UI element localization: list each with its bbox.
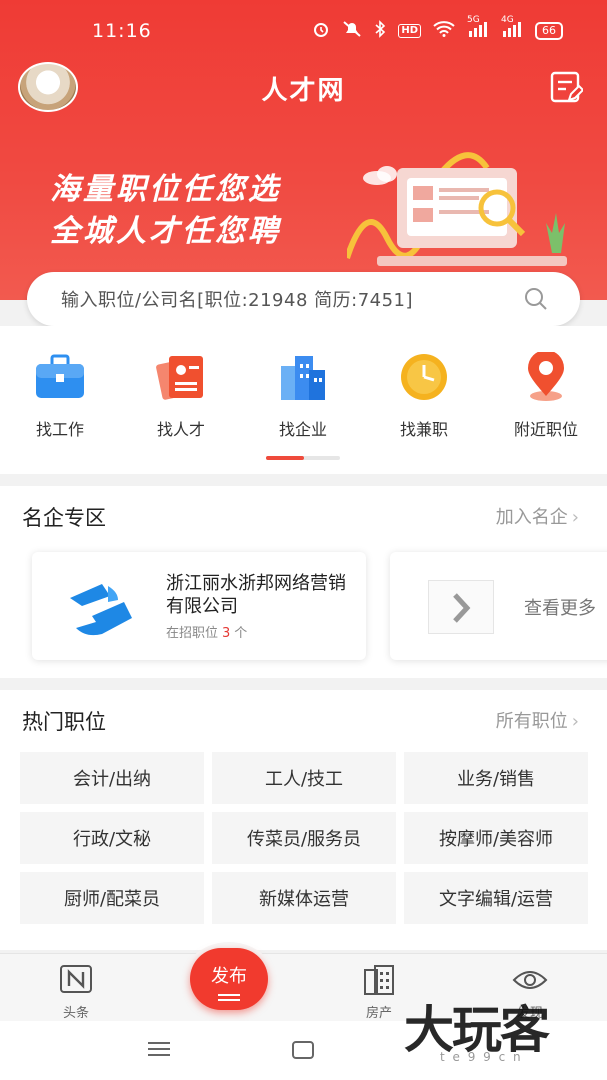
edit-icon[interactable] — [549, 70, 585, 104]
hot-jobs-grid: 会计/出纳 工人/技工 业务/销售 行政/文秘 传菜员/服务员 按摩师/美容师 … — [20, 752, 588, 924]
status-bar: 11:16 HD 5G 4G 66 — [0, 0, 607, 62]
recent-apps-icon[interactable] — [148, 1041, 170, 1057]
banner-headline-2: 全城人才任您聘 — [50, 214, 281, 249]
signal-4g-icon: 4G — [501, 15, 523, 40]
hot-job-item[interactable]: 厨师/配菜员 — [20, 872, 204, 924]
hot-job-item[interactable]: 新媒体运营 — [212, 872, 396, 924]
hot-job-item[interactable]: 按摩师/美容师 — [404, 812, 588, 864]
hot-job-item[interactable]: 文字编辑/运营 — [404, 872, 588, 924]
watermark-url: t e 9 9 c n — [440, 1050, 523, 1064]
resume-icon — [156, 356, 203, 400]
quick-nav: 找工作 找人才 找企业 找兼职 附近职位 — [0, 326, 607, 474]
publish-label: 发布 — [211, 966, 247, 987]
section-title: 名企专区 — [22, 506, 106, 530]
building-icon — [281, 356, 325, 400]
company-card[interactable]: 浙江丽水浙邦网络营销有限公司 在招职位 3 个 — [32, 552, 366, 660]
wifi-icon — [433, 21, 455, 40]
location-pin-icon — [528, 350, 564, 401]
nav-bar: 人才网 — [0, 62, 607, 118]
quick-nav-find-job[interactable]: 找工作 — [10, 352, 110, 440]
quick-nav-find-parttime[interactable]: 找兼职 — [374, 352, 474, 440]
battery-indicator: 66 — [535, 21, 563, 40]
alarm-icon — [312, 20, 330, 41]
hot-jobs-section: 热门职位 所有职位 › 会计/出纳 工人/技工 业务/销售 行政/文秘 传菜员/服… — [0, 690, 607, 950]
tab-headlines[interactable]: 头条 — [36, 964, 116, 1021]
view-more-label: 查看更多 — [524, 598, 596, 619]
hot-job-item[interactable]: 业务/销售 — [404, 752, 588, 804]
hot-job-item[interactable]: 传菜员/服务员 — [212, 812, 396, 864]
page-indicator — [266, 456, 340, 460]
quick-nav-nearby-jobs[interactable]: 附近职位 — [496, 350, 596, 440]
search-input[interactable]: 输入职位/公司名[职位:21948 简历:7451] — [61, 286, 413, 312]
quick-nav-label: 附近职位 — [513, 420, 578, 439]
clock-icon — [401, 354, 447, 400]
quick-nav-label: 找企业 — [278, 420, 327, 439]
banner-illustration — [347, 152, 567, 266]
view-more-card[interactable]: 查看更多 — [390, 552, 607, 660]
search-bar[interactable]: 输入职位/公司名[职位:21948 简历:7451] — [27, 272, 580, 326]
chevron-right-icon — [453, 593, 471, 623]
quick-nav-label: 找兼职 — [399, 420, 448, 439]
menu-lines-icon — [218, 994, 240, 996]
briefcase-icon — [36, 354, 84, 398]
news-icon — [60, 965, 92, 993]
building-outline-icon — [364, 965, 394, 995]
famous-companies-section: 名企专区 加入名企 › 浙江丽水浙邦网络营销有限公司 在招职位 3 个 查看更多 — [0, 486, 607, 678]
status-time: 11:16 — [92, 20, 152, 42]
chevron-right-icon: › — [571, 711, 579, 732]
section-title: 热门职位 — [22, 710, 106, 734]
quick-nav-find-talent[interactable]: 找人才 — [131, 352, 231, 440]
bluetooth-icon — [374, 20, 386, 41]
hot-job-item[interactable]: 行政/文秘 — [20, 812, 204, 864]
mute-icon — [342, 20, 362, 41]
page-title: 人才网 — [261, 76, 346, 106]
home-button-icon[interactable] — [292, 1041, 314, 1059]
quick-nav-label: 找人才 — [156, 420, 205, 439]
hot-job-item[interactable]: 会计/出纳 — [20, 752, 204, 804]
more-arrow-box — [428, 580, 494, 634]
hot-job-item[interactable]: 工人/技工 — [212, 752, 396, 804]
publish-button[interactable]: 发布 — [190, 948, 268, 1010]
status-icons: HD 5G 4G 66 — [312, 15, 563, 41]
signal-5g-icon: 5G — [467, 15, 489, 40]
quick-nav-find-company[interactable]: 找企业 — [253, 352, 353, 440]
company-logo — [70, 584, 132, 636]
tab-label: 头条 — [62, 1006, 89, 1021]
join-famous-link[interactable]: 加入名企 › — [496, 503, 579, 529]
company-jobs-count: 在招职位 3 个 — [166, 626, 248, 641]
chevron-right-icon: › — [571, 507, 579, 528]
company-name: 浙江丽水浙邦网络营销有限公司 — [166, 573, 346, 617]
hd-badge: HD — [398, 23, 421, 38]
all-jobs-link[interactable]: 所有职位 › — [496, 707, 579, 733]
quick-nav-label: 找工作 — [35, 420, 84, 439]
banner-headline-1: 海量职位任您选 — [50, 172, 281, 207]
search-icon[interactable] — [524, 287, 548, 311]
